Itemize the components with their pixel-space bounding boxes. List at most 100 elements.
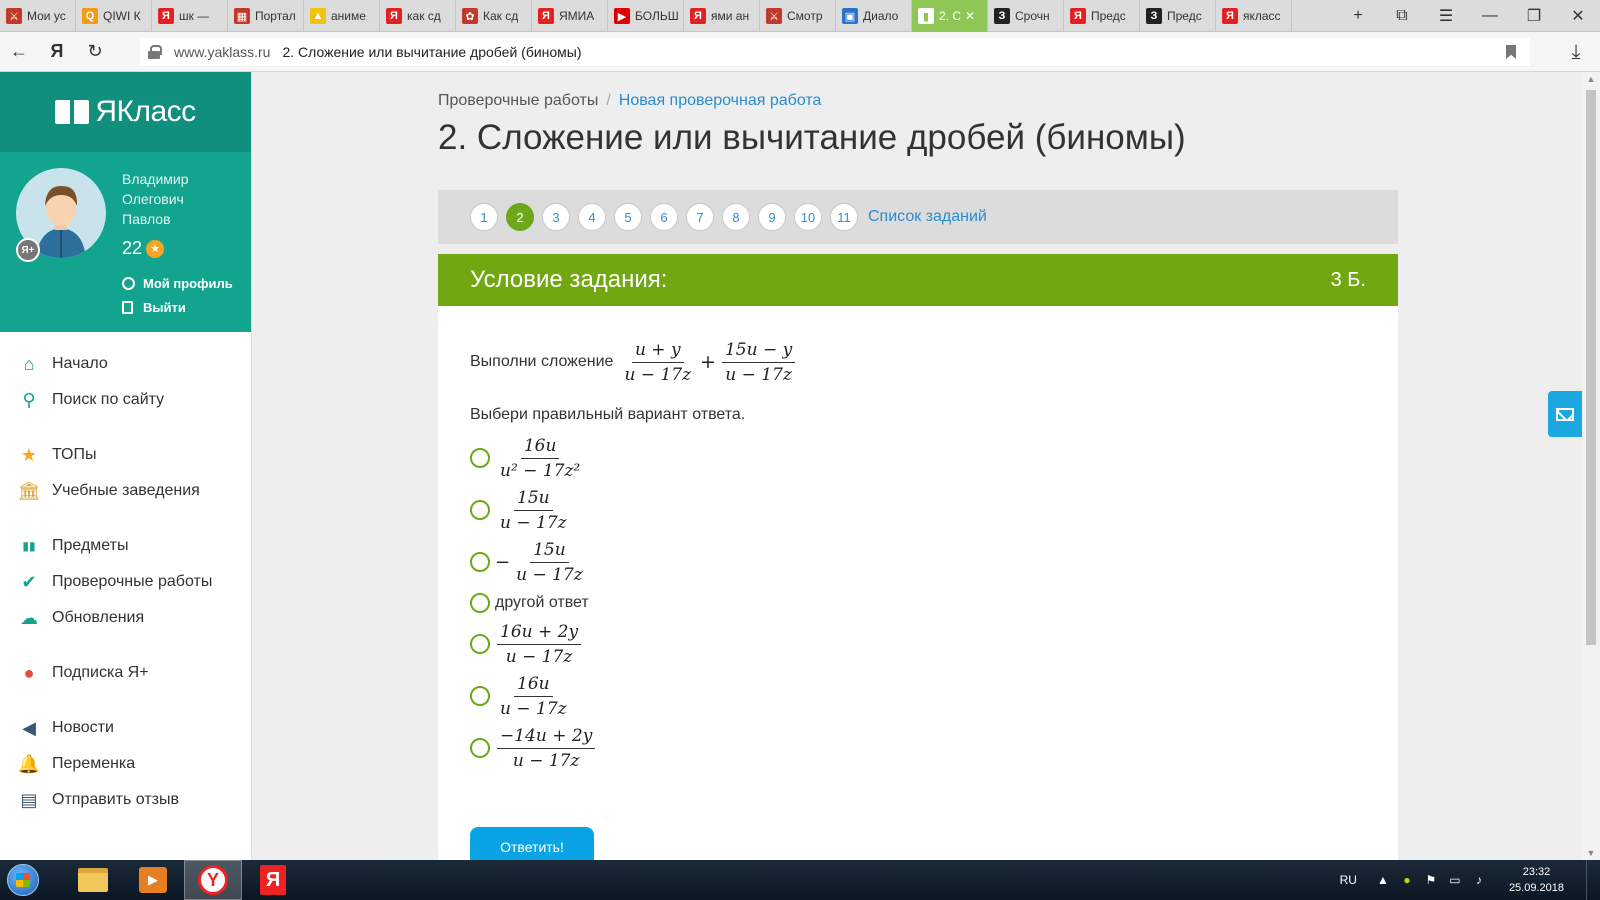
sidebar-item[interactable]: ▤ Отправить отзыв: [0, 782, 251, 818]
new-tab-button[interactable]: +: [1336, 0, 1380, 32]
radio-button[interactable]: [470, 552, 490, 572]
sidebar-item[interactable]: 🔔 Переменка: [0, 746, 251, 782]
ya-plus-icon: ●: [23, 662, 35, 683]
answer-option[interactable]: 16u u² − 17z²: [470, 432, 1366, 484]
scroll-up-arrow-icon[interactable]: ▲: [1586, 74, 1596, 84]
fraction-denominator: u − 17z: [516, 564, 583, 585]
breadcrumb-root[interactable]: Проверочные работы: [438, 92, 598, 109]
restore-button[interactable]: ❐: [1512, 0, 1556, 32]
sidebar-item[interactable]: ⌂ Начало: [0, 346, 251, 382]
sidebar-item[interactable]: ◀ Новости: [0, 710, 251, 746]
tray-expand-icon[interactable]: ▲: [1375, 872, 1391, 888]
taskbar-yandex-browser[interactable]: Y: [184, 860, 242, 900]
browser-tab[interactable]: Я ЯМИА: [532, 0, 608, 32]
tray-app-icon[interactable]: ●: [1399, 872, 1415, 888]
task-number-button[interactable]: 2: [506, 203, 534, 231]
radio-button[interactable]: [470, 686, 490, 706]
tab-manager-icon[interactable]: ⧉: [1380, 0, 1424, 32]
sidebar-menu: ⌂ Начало ⚲ Поиск по сайту ★ ТОПы 🏛 Учебные заве…: [0, 332, 251, 818]
task-list-link[interactable]: Список заданий: [868, 208, 987, 226]
taskbar-media-player[interactable]: ▶: [124, 860, 182, 900]
task-number-button[interactable]: 11: [830, 203, 858, 231]
browser-tab[interactable]: З Срочн: [988, 0, 1064, 32]
radio-button[interactable]: [470, 634, 490, 654]
radio-button[interactable]: [470, 500, 490, 520]
volume-icon[interactable]: ♪: [1471, 872, 1487, 888]
sidebar-item[interactable]: ✔ Проверочные работы: [0, 564, 251, 600]
back-button[interactable]: ←: [0, 32, 38, 72]
browser-tab[interactable]: ▮ 2. С ✕: [912, 0, 988, 32]
task-number-button[interactable]: 4: [578, 203, 606, 231]
bookmark-icon[interactable]: [1506, 45, 1516, 59]
answer-option[interactable]: 16u + 2y u − 17z: [470, 618, 1366, 670]
download-button[interactable]: ⤓: [1556, 32, 1596, 72]
scroll-thumb[interactable]: [1586, 90, 1596, 645]
task-number-button[interactable]: 1: [470, 203, 498, 231]
feedback-mail-button[interactable]: [1548, 391, 1582, 437]
answer-fraction: −14u + 2y u − 17z: [497, 725, 596, 772]
browser-tab[interactable]: Я Предс: [1064, 0, 1140, 32]
logout-link[interactable]: Выйти: [122, 300, 186, 315]
answer-option[interactable]: −14u + 2y u − 17z: [470, 722, 1366, 774]
sidebar-item[interactable]: ★ ТОПы: [0, 437, 251, 473]
taskbar-yandex[interactable]: Я: [244, 860, 302, 900]
language-indicator[interactable]: RU: [1340, 873, 1357, 887]
task-number-button[interactable]: 3: [542, 203, 570, 231]
browser-tab[interactable]: Яями ан: [684, 0, 760, 32]
tab-favicon-icon: ▣: [842, 8, 858, 24]
task-number-button[interactable]: 7: [686, 203, 714, 231]
answer-option[interactable]: 15u u − 17z: [470, 484, 1366, 536]
sidebar-item[interactable]: ● Подписка Я+: [0, 655, 251, 691]
tab-label: 2. С: [939, 9, 962, 23]
answer-option[interactable]: 16u u − 17z: [470, 670, 1366, 722]
browser-tab[interactable]: З Предс: [1140, 0, 1216, 32]
sidebar-item-label: Переменка: [52, 755, 136, 772]
answer-option[interactable]: −15u u − 17z: [470, 536, 1366, 588]
site-logo[interactable]: ЯКласс: [0, 72, 251, 152]
task-fraction-2: 15u − y u − 17z: [721, 339, 796, 386]
task-number-button[interactable]: 5: [614, 203, 642, 231]
start-button[interactable]: [0, 860, 46, 900]
radio-button[interactable]: [470, 448, 490, 468]
network-icon[interactable]: ▭: [1447, 872, 1463, 888]
user-name[interactable]: Владимир Олегович Павлов: [122, 169, 232, 229]
taskbar-explorer[interactable]: [64, 860, 122, 900]
task-number-button[interactable]: 6: [650, 203, 678, 231]
scroll-down-arrow-icon[interactable]: ▼: [1586, 848, 1596, 858]
reload-button[interactable]: ↻: [76, 32, 114, 72]
task-number-button[interactable]: 8: [722, 203, 750, 231]
show-desktop-button[interactable]: [1586, 860, 1600, 900]
fraction-denominator: u − 17z: [500, 512, 567, 533]
radio-button[interactable]: [470, 593, 490, 613]
browser-tab[interactable]: Яякласс: [1216, 0, 1292, 32]
browser-tab[interactable]: ▦ Портал: [228, 0, 304, 32]
close-window-button[interactable]: ✕: [1556, 0, 1600, 32]
menu-icon[interactable]: ☰: [1424, 0, 1468, 32]
browser-tab[interactable]: ▶ БОЛЬШ: [608, 0, 684, 32]
sidebar-item[interactable]: ▮▮ Предметы: [0, 528, 251, 564]
tab-close-icon[interactable]: ✕: [965, 9, 975, 23]
task-number-button[interactable]: 10: [794, 203, 822, 231]
browser-tab[interactable]: ▲ аниме: [304, 0, 380, 32]
answer-option[interactable]: другой ответ: [470, 588, 1366, 618]
browser-tab[interactable]: ▣ Диало: [836, 0, 912, 32]
browser-tab[interactable]: Q QIWI К: [76, 0, 152, 32]
browser-tab[interactable]: ⚔ Мои ус: [0, 0, 76, 32]
page-scrollbar[interactable]: ▲ ▼: [1582, 72, 1600, 860]
browser-tab[interactable]: Якак сд: [380, 0, 456, 32]
my-profile-link[interactable]: Мой профиль: [122, 276, 233, 291]
sidebar-item[interactable]: ☁ Обновления: [0, 600, 251, 636]
minimize-button[interactable]: —: [1468, 0, 1512, 32]
task-number-button[interactable]: 9: [758, 203, 786, 231]
url-field[interactable]: www.yaklass.ru 2. Сложение или вычитание…: [140, 38, 1530, 66]
sidebar-item[interactable]: ⚲ Поиск по сайту: [0, 382, 251, 418]
sidebar-item[interactable]: 🏛 Учебные заведения: [0, 473, 251, 509]
yandex-home-button[interactable]: Я: [38, 32, 76, 72]
breadcrumb-current-link[interactable]: Новая проверочная работа: [619, 92, 822, 109]
browser-tab[interactable]: ✿ Как сд: [456, 0, 532, 32]
browser-tab[interactable]: ⚔ Смотр: [760, 0, 836, 32]
browser-tab[interactable]: Яшк —: [152, 0, 228, 32]
clock[interactable]: 23:32 25.09.2018: [1509, 864, 1564, 896]
action-center-flag-icon[interactable]: ⚑: [1423, 872, 1439, 888]
radio-button[interactable]: [470, 738, 490, 758]
